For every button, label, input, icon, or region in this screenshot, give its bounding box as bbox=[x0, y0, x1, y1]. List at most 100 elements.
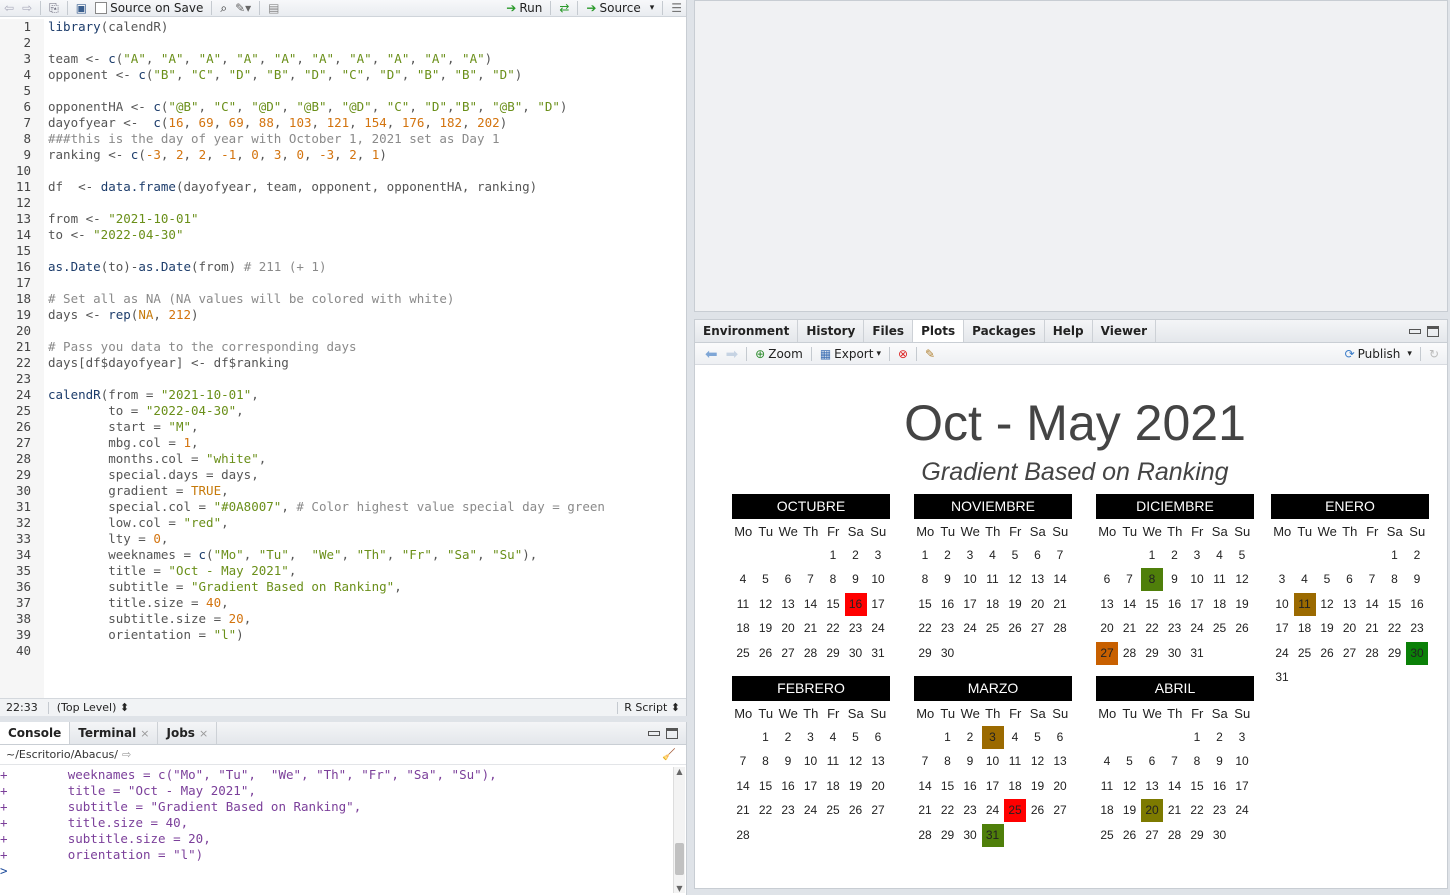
code-line[interactable]: 8 ###this is the day of year with October… bbox=[0, 131, 686, 147]
maximize-icon[interactable] bbox=[666, 727, 678, 739]
calendar-day: 7 bbox=[1126, 572, 1133, 587]
tab-help[interactable]: Help bbox=[1045, 320, 1093, 342]
code-line[interactable]: 33 lty = 0, bbox=[0, 531, 686, 547]
code-line[interactable]: 12 bbox=[0, 195, 686, 211]
minimize-icon[interactable] bbox=[648, 730, 660, 736]
forward-arrow-icon[interactable]: ⇨ bbox=[18, 0, 36, 17]
tab-viewer[interactable]: Viewer bbox=[1093, 320, 1157, 342]
code-token: 0 bbox=[296, 147, 305, 162]
compile-report-icon[interactable]: ▤ bbox=[264, 0, 283, 17]
code-line[interactable]: 14 to <- "2022-04-30" bbox=[0, 227, 686, 243]
code-line[interactable]: 15 bbox=[0, 243, 686, 259]
weekday-row: Mo Tu We Th Fr Sa Su bbox=[1271, 519, 1429, 544]
code-line[interactable]: 30 gradient = TRUE, bbox=[0, 483, 686, 499]
export-icon: ▦ bbox=[819, 346, 832, 361]
scrollbar-thumb[interactable] bbox=[675, 843, 684, 875]
publish-button[interactable]: ⟳ Publish ▾ bbox=[1341, 345, 1416, 363]
next-plot-icon[interactable]: ➡ bbox=[722, 345, 743, 363]
code-line[interactable]: 13 from <- "2021-10-01" bbox=[0, 211, 686, 227]
previous-plot-icon[interactable]: ⬅ bbox=[701, 345, 722, 363]
code-token: ), bbox=[522, 547, 538, 562]
magic-wand-icon[interactable]: ✎▾ bbox=[231, 0, 255, 17]
calendar-day: 23 bbox=[1410, 621, 1424, 636]
tab-plots[interactable]: Plots bbox=[913, 320, 965, 342]
save-icon[interactable]: ▣ bbox=[72, 0, 91, 17]
code-line[interactable]: 17 bbox=[0, 275, 686, 291]
checkbox-box[interactable] bbox=[95, 2, 108, 14]
code-line[interactable]: 9 ranking <- c(-3, 2, 2, -1, 0, 3, 0, -3,… bbox=[0, 147, 686, 163]
source-on-save-checkbox[interactable]: Source on Save bbox=[91, 0, 207, 17]
code-token: (dayofyear, team, opponent, opponentHA, … bbox=[175, 179, 538, 194]
code-line[interactable]: 38 subtitle.size = 20, bbox=[0, 611, 686, 627]
code-line[interactable]: 29 special.days = days, bbox=[0, 467, 686, 483]
console-scrollbar[interactable]: ▲ ▼ bbox=[673, 767, 685, 893]
code-line[interactable]: 23 bbox=[0, 371, 686, 387]
maximize-icon[interactable] bbox=[1427, 325, 1439, 337]
document-outline-icon[interactable]: ☰ bbox=[667, 0, 686, 17]
code-line[interactable]: 40 bbox=[0, 643, 686, 659]
code-line[interactable]: 22 days[df$dayofyear] <- df$ranking bbox=[0, 355, 686, 371]
code-line[interactable]: 24 calendR(from = "2021-10-01", bbox=[0, 387, 686, 403]
back-arrow-icon[interactable]: ⇦ bbox=[0, 0, 18, 17]
tab-console[interactable]: Console bbox=[0, 722, 71, 744]
code-line[interactable]: 27 mbg.col = 1, bbox=[0, 435, 686, 451]
code-token: 176 bbox=[401, 115, 425, 130]
code-line[interactable]: 16 as.Date(to)-as.Date(from) # 211 (+ 1) bbox=[0, 259, 686, 275]
source-button[interactable]: ➔ Source ▾ bbox=[582, 0, 658, 17]
run-button[interactable]: ➔ Run bbox=[502, 0, 546, 17]
tab-jobs[interactable]: Jobs × bbox=[158, 722, 218, 744]
code-line[interactable]: 19 days <- rep(NA, 212) bbox=[0, 307, 686, 323]
code-line[interactable]: 37 title.size = 40, bbox=[0, 595, 686, 611]
code-line[interactable]: 20 bbox=[0, 323, 686, 339]
close-icon[interactable]: × bbox=[140, 727, 149, 740]
code-line[interactable]: 34 weeknames = c("Mo", "Tu", "We", "Th",… bbox=[0, 547, 686, 563]
code-line[interactable]: 32 low.col = "red", bbox=[0, 515, 686, 531]
code-line[interactable]: 21 # Pass you data to the corresponding d… bbox=[0, 339, 686, 355]
code-line[interactable]: 26 start = "M", bbox=[0, 419, 686, 435]
filetype-selector[interactable]: R Script ⬍ bbox=[618, 701, 686, 714]
code-line[interactable]: 36 subtitle = "Gradient Based on Ranking… bbox=[0, 579, 686, 595]
code-line[interactable]: 28 months.col = "white", bbox=[0, 451, 686, 467]
code-line[interactable]: 10 bbox=[0, 163, 686, 179]
close-icon[interactable]: × bbox=[199, 727, 208, 740]
weekday-label: Tu bbox=[1122, 524, 1138, 539]
code-token: TRUE bbox=[191, 483, 222, 498]
zoom-button[interactable]: ⊕ Zoom bbox=[751, 345, 807, 363]
calendar-day: 13 bbox=[781, 596, 795, 611]
code-line[interactable]: 3 team <- c("A", "A", "A", "A", "A", "A",… bbox=[0, 51, 686, 67]
code-line[interactable]: 25 to = "2022-04-30", bbox=[0, 403, 686, 419]
code-line[interactable]: 11 df <- data.frame(dayofyear, team, oppo… bbox=[0, 179, 686, 195]
code-line[interactable]: 35 title = "Oct - May 2021", bbox=[0, 563, 686, 579]
show-in-window-icon[interactable]: ⎘ bbox=[45, 0, 63, 17]
clear-console-icon[interactable]: 🧹 bbox=[662, 748, 676, 761]
code-line[interactable]: 4 opponent <- c("B", "C", "D", "B", "D", … bbox=[0, 67, 686, 83]
code-line[interactable]: 1 library(calendR) bbox=[0, 19, 686, 35]
code-area[interactable]: 1 library(calendR) 2 3 team <- c("A", "A", "… bbox=[0, 17, 686, 698]
weekday-label: Mo bbox=[1098, 706, 1117, 721]
tab-files[interactable]: Files bbox=[864, 320, 914, 342]
console-output[interactable]: + weeknames = c("Mo", "Tu", "We", "Th", … bbox=[0, 767, 672, 895]
tab-environment[interactable]: Environment bbox=[695, 320, 799, 342]
refresh-icon[interactable]: ↻ bbox=[1425, 345, 1443, 363]
export-button[interactable]: ▦ Export ▾ bbox=[816, 345, 885, 363]
tab-terminal[interactable]: Terminal × bbox=[70, 722, 159, 744]
code-line[interactable]: 31 special.col = "#0A8007", # Color high… bbox=[0, 499, 686, 515]
code-line[interactable]: 18 # Set all as NA (NA values will be col… bbox=[0, 291, 686, 307]
go-to-directory-icon[interactable]: ⇨ bbox=[122, 748, 131, 761]
tab-packages[interactable]: Packages bbox=[964, 320, 1045, 342]
scope-selector[interactable]: (Top Level) ⬍ bbox=[49, 701, 129, 714]
search-icon[interactable]: ⌕ bbox=[216, 0, 231, 17]
code-line[interactable]: 39 orientation = "l") bbox=[0, 627, 686, 643]
code-line[interactable]: 7 dayofyear <- c(16, 69, 69, 88, 103, 121… bbox=[0, 115, 686, 131]
clear-plots-icon[interactable]: ✎ bbox=[921, 345, 939, 363]
code-line[interactable]: 5 bbox=[0, 83, 686, 99]
calendar-day: 20 bbox=[1342, 621, 1357, 636]
remove-plot-icon[interactable]: ⊗ bbox=[894, 345, 912, 363]
minimize-icon[interactable] bbox=[1409, 328, 1421, 334]
scroll-up-icon[interactable]: ▲ bbox=[674, 767, 685, 776]
scroll-down-icon[interactable]: ▼ bbox=[674, 884, 685, 893]
tab-history[interactable]: History bbox=[798, 320, 865, 342]
code-line[interactable]: 6 opponentHA <- c("@B", "C", "@D", "@B", … bbox=[0, 99, 686, 115]
code-line[interactable]: 2 bbox=[0, 35, 686, 51]
rerun-button[interactable]: ⇄ bbox=[555, 0, 573, 17]
